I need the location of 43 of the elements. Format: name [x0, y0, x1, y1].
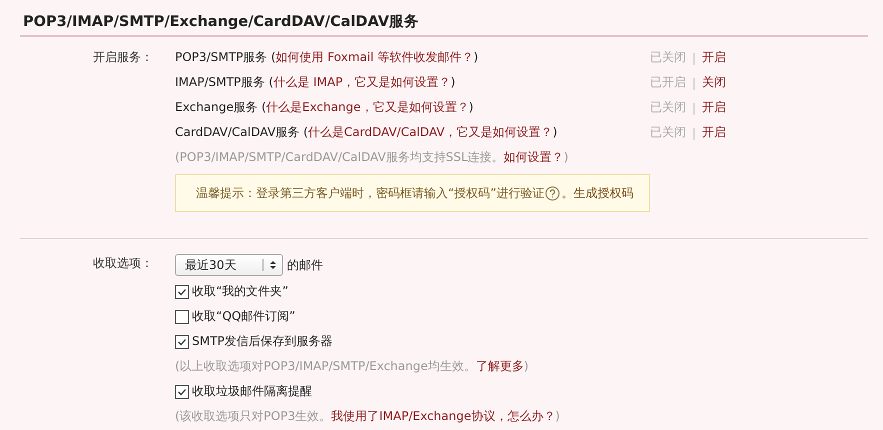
help-link[interactable]: 什么是CardDAV/CalDAV，它又是如何设置？	[308, 125, 553, 139]
checkbox-label: 收取“QQ邮件订阅”	[192, 308, 296, 325]
separator: |	[692, 76, 696, 90]
separator: |	[692, 100, 696, 114]
period-select[interactable]: 最近30天	[175, 254, 283, 276]
checkbox[interactable]	[175, 384, 189, 398]
checkbox-label: 收取“我的文件夹”	[192, 283, 288, 300]
service-description: CardDAV/CalDAV服务 (什么是CardDAV/CalDAV，它又是如何设置？)	[175, 124, 558, 141]
toggle-link[interactable]: 开启	[702, 124, 726, 141]
service-description: Exchange服务 (什么是Exchange，它又是如何设置？)	[175, 99, 474, 116]
help-link[interactable]: 什么是Exchange，它又是如何设置？	[266, 100, 469, 114]
service-status: 已关闭	[650, 99, 686, 116]
service-status: 已开启	[650, 74, 686, 91]
toggle-link[interactable]: 关闭	[702, 74, 726, 91]
checkbox-label: SMTP发信后保存到服务器	[192, 333, 333, 350]
help-link[interactable]: 什么是 IMAP，它又是如何设置？	[273, 75, 451, 89]
service-status: 已关闭	[650, 124, 686, 141]
service-description: POP3/SMTP服务 (如何使用 Foxmail 等软件收发邮件？)	[175, 49, 480, 66]
toggle-link[interactable]: 开启	[702, 49, 726, 66]
checkbox[interactable]	[175, 334, 189, 348]
help-icon[interactable]	[545, 186, 560, 200]
checkbox-label: 收取垃圾邮件隔离提醒	[192, 383, 312, 400]
checkbox[interactable]	[175, 284, 189, 298]
service-status: 已关闭	[650, 49, 686, 66]
ssl-note: (POP3/IMAP/SMTP/CardDAV/CalDAV服务均支持SSL连接。如何设置？)	[175, 149, 568, 166]
tip-end: 。	[561, 184, 574, 202]
option-note: (以上收取选项对POP3/IMAP/SMTP/Exchange均生效。了解更多)	[175, 358, 529, 375]
receive-label: 收取选项：	[92, 255, 153, 272]
option-note: (该收取选项只对POP3生效。我使用了IMAP/Exchange协议，怎么办？)	[175, 408, 560, 425]
help-link[interactable]: 如何使用 Foxmail 等软件收发邮件？	[276, 50, 474, 64]
separator: |	[692, 126, 696, 140]
select-suffix: 的邮件	[287, 256, 323, 274]
help-link[interactable]: 了解更多	[476, 359, 524, 373]
help-link[interactable]: 我使用了IMAP/Exchange协议，怎么办？	[331, 409, 556, 423]
checkbox[interactable]	[175, 310, 189, 324]
services-label: 开启服务：	[92, 49, 153, 66]
toggle-link[interactable]: 开启	[702, 99, 726, 116]
service-description: IMAP/SMTP服务 (什么是 IMAP，它又是如何设置？)	[175, 74, 456, 91]
section-title: POP3/IMAP/SMTP/Exchange/CardDAV/CalDAV服务	[20, 0, 868, 37]
generate-code-link[interactable]: 生成授权码	[573, 184, 634, 202]
separator: |	[692, 50, 696, 64]
setup-link[interactable]: 如何设置？	[504, 150, 564, 164]
tip-text: 温馨提示：登录第三方客户端时，密码框请输入“授权码”进行验证	[196, 184, 544, 202]
